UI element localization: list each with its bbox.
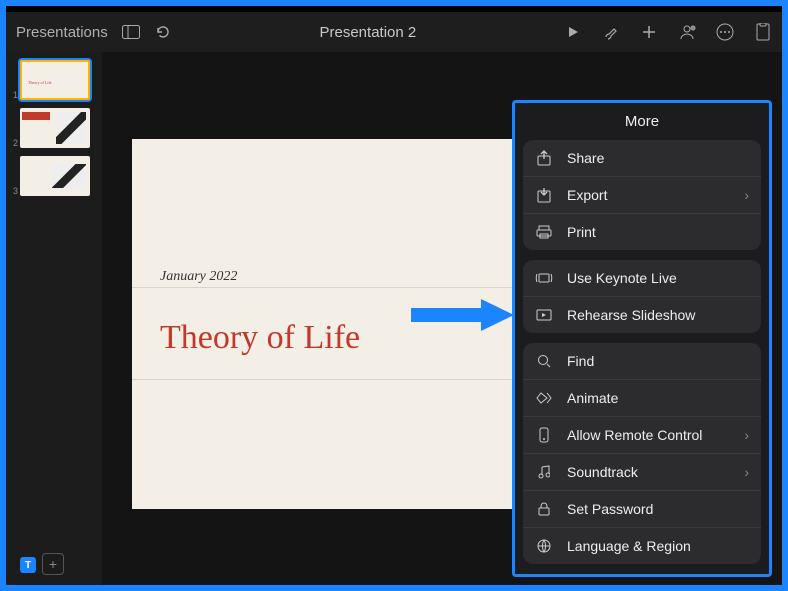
menu-print[interactable]: Print	[523, 214, 761, 250]
menu-language[interactable]: Language & Region	[523, 528, 761, 564]
menu-doc-setup[interactable]: Document Setup	[523, 574, 761, 577]
more-header: More	[515, 103, 769, 140]
undo-icon[interactable]	[154, 23, 172, 41]
toolbar: Presentations Presentation 2	[6, 12, 782, 52]
panel-toggle-icon[interactable]	[122, 23, 140, 41]
menu-share[interactable]: Share	[523, 140, 761, 177]
menu-group-1: Share Export › Print	[523, 140, 761, 250]
menu-find[interactable]: Find	[523, 343, 761, 380]
play-icon[interactable]	[564, 23, 582, 41]
search-icon	[535, 354, 553, 368]
export-icon	[535, 187, 553, 203]
chevron-right-icon: ›	[744, 427, 749, 443]
remote-icon	[535, 427, 553, 443]
menu-keynote-live[interactable]: Use Keynote Live	[523, 260, 761, 297]
collaborate-icon[interactable]	[678, 23, 696, 41]
menu-group-4: Document Setup Guides › Settings ›	[523, 574, 761, 577]
broadcast-icon	[535, 272, 553, 284]
menu-password[interactable]: Set Password	[523, 491, 761, 528]
slide-date-text[interactable]: January 2022	[160, 269, 237, 285]
rehearse-icon	[535, 309, 553, 321]
menu-animate[interactable]: Animate	[523, 380, 761, 417]
menu-remote[interactable]: Allow Remote Control ›	[523, 417, 761, 454]
slide-thumb-3[interactable]: 3	[12, 156, 96, 196]
chevron-right-icon: ›	[744, 464, 749, 480]
document-icon[interactable]	[754, 23, 772, 41]
lock-icon	[535, 502, 553, 516]
menu-group-2: Use Keynote Live Rehearse Slideshow	[523, 260, 761, 333]
back-button[interactable]: Presentations	[16, 24, 108, 41]
menu-rehearse[interactable]: Rehearse Slideshow	[523, 297, 761, 333]
menu-export[interactable]: Export ›	[523, 177, 761, 214]
chevron-right-icon: ›	[744, 187, 749, 203]
share-icon	[535, 150, 553, 166]
menu-soundtrack[interactable]: Soundtrack ›	[523, 454, 761, 491]
music-icon	[535, 465, 553, 479]
plus-icon[interactable]	[640, 23, 658, 41]
globe-icon	[535, 539, 553, 553]
slide-title-text[interactable]: Theory of Life	[160, 319, 360, 357]
menu-group-3: Find Animate Allow Remote Control › Soun…	[523, 343, 761, 564]
print-icon	[535, 225, 553, 239]
template-badge: T	[20, 557, 36, 573]
add-slide-button[interactable]: +	[42, 553, 64, 575]
slide-thumb-2[interactable]: 2	[12, 108, 96, 148]
brush-icon[interactable]	[602, 23, 620, 41]
document-title[interactable]: Presentation 2	[172, 24, 564, 41]
animate-icon	[535, 392, 553, 404]
slide-thumb-1[interactable]: 1 Theory of Life	[12, 60, 96, 100]
more-popover: More Share Export › Print	[512, 100, 772, 577]
app-window: Presentations Presentation 2 1 Theory of…	[6, 6, 782, 585]
more-icon[interactable]	[716, 23, 734, 41]
slide-navigator: 1 Theory of Life 2 3	[6, 52, 102, 585]
